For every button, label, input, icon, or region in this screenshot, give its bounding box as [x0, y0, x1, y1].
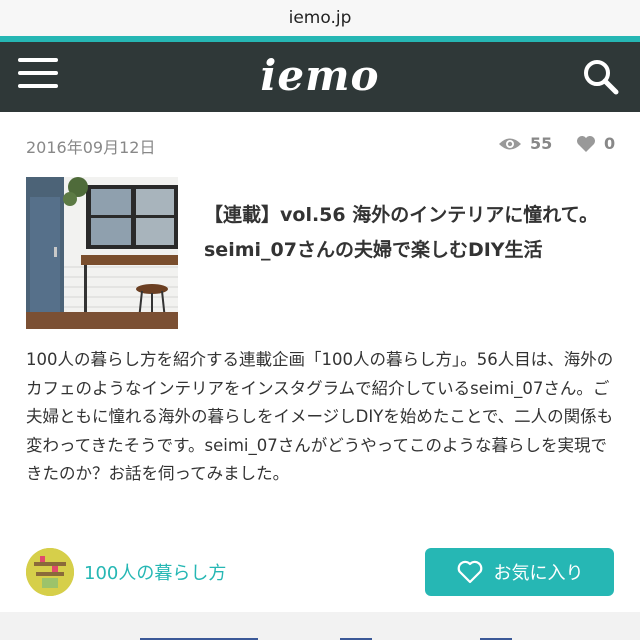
browser-url-bar[interactable]: iemo.jp: [0, 0, 640, 36]
url-text: iemo.jp: [288, 8, 352, 28]
view-count: 55: [498, 134, 552, 153]
heart-outline-icon: [457, 560, 482, 584]
site-logo[interactable]: iemo: [260, 51, 379, 100]
category-link[interactable]: 100人の暮らし方: [26, 548, 226, 596]
category-label: 100人の暮らし方: [84, 563, 227, 584]
hamburger-menu-icon[interactable]: [18, 58, 58, 94]
article-description: 100人の暮らし方を紹介する連載企画「100人の暮らし方」。56人目は、海外のカ…: [26, 350, 614, 483]
article-thumbnail[interactable]: [26, 177, 178, 329]
share-bar: [0, 612, 640, 640]
like-count-value: 0: [604, 134, 616, 153]
article-meta: 2016年09月12日 55 0: [0, 130, 640, 160]
article-title[interactable]: 【連載】vol.56 海外のインテリアに憧れて。seimi_07さんの夫婦で楽し…: [204, 198, 624, 268]
heart-icon: [577, 135, 595, 152]
category-avatar: [26, 548, 74, 596]
like-count: 0: [576, 134, 615, 153]
eye-icon: [499, 138, 521, 149]
view-count-value: 55: [530, 134, 553, 153]
site-header: iemo: [0, 42, 640, 112]
favorite-label: お気に入り: [493, 563, 584, 584]
search-icon[interactable]: [582, 58, 620, 96]
favorite-button[interactable]: お気に入り: [425, 548, 614, 596]
article-date: 2016年09月12日: [26, 138, 156, 157]
